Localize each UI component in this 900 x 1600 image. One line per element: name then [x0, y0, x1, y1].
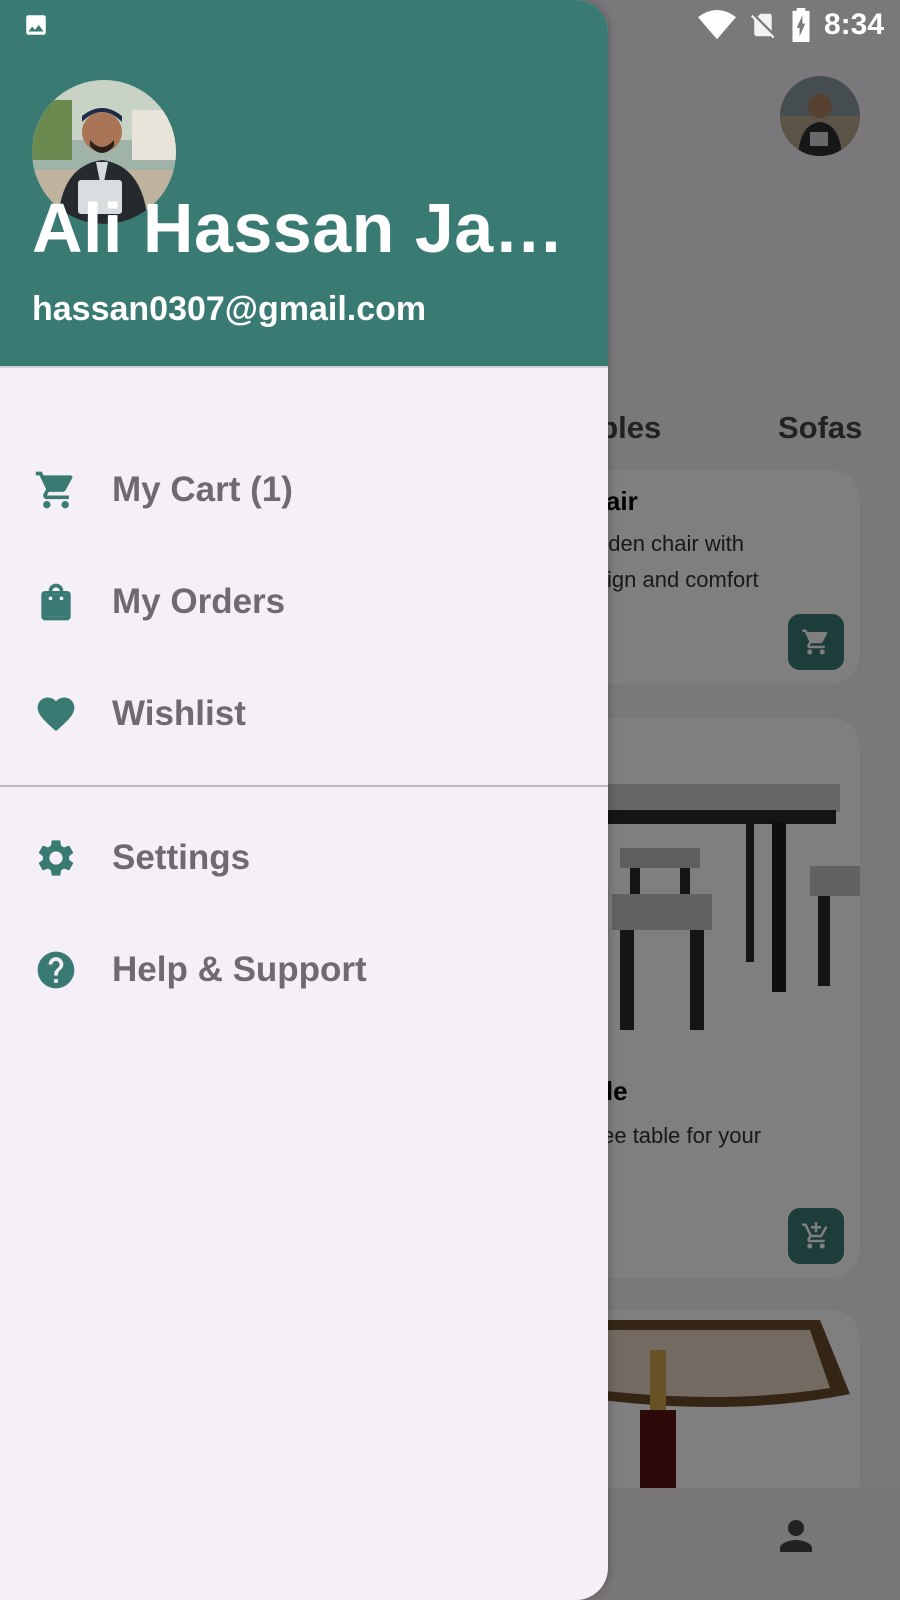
user-email: hassan0307@gmail.com [32, 290, 427, 328]
menu-label: My Orders [112, 582, 286, 621]
menu-label: Wishlist [112, 694, 246, 733]
menu-divider [0, 785, 608, 787]
menu-item-my-orders[interactable]: My Orders [0, 552, 608, 652]
wifi-icon [697, 9, 736, 40]
navigation-drawer: Ali Hassan Jam… hassan0307@gmail.com My … [0, 0, 608, 1600]
menu-item-settings[interactable]: Settings [0, 808, 608, 908]
menu-label: Settings [112, 838, 251, 877]
status-time: 8:34 [823, 8, 884, 41]
user-name: Ali Hassan Jam… [32, 189, 608, 267]
cart-icon [35, 471, 73, 509]
help-icon [37, 951, 75, 989]
menu-item-wishlist[interactable]: Wishlist [0, 664, 608, 764]
menu-item-my-cart[interactable]: My Cart (1) [0, 440, 608, 540]
battery-charging-icon [792, 8, 810, 42]
no-sim-icon [750, 13, 775, 39]
status-bar: 8:34 [0, 0, 900, 48]
heart-icon [37, 697, 75, 732]
gear-icon [38, 840, 74, 876]
menu-label: Help & Support [112, 950, 367, 989]
menu-label: My Cart (1) [112, 470, 293, 509]
drawer-header: Ali Hassan Jam… hassan0307@gmail.com [0, 0, 608, 368]
menu-item-help-support[interactable]: Help & Support [0, 920, 608, 1020]
gallery-notification-icon [26, 15, 46, 35]
shopping-bag-icon [41, 583, 71, 621]
